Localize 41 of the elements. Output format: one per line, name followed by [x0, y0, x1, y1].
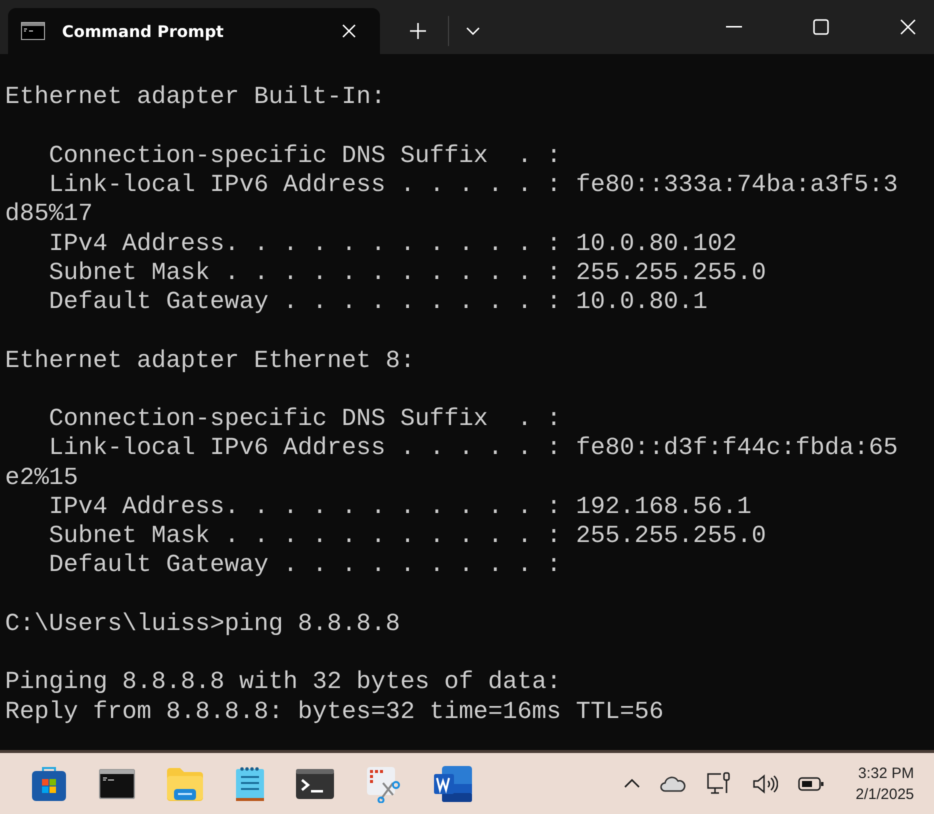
terminal-line: d85%17	[5, 200, 93, 230]
clock[interactable]: 3:32 PM 2/1/2025	[856, 762, 914, 804]
console-icon[interactable]	[296, 768, 334, 798]
terminal-line: Link-local IPv6 Address . . . . . : fe80::333a:74ba:a3f5:3	[48, 171, 898, 200]
terminal-line: IPv4 Address. . . . . . . . . . . : 192.168.56.1	[48, 492, 752, 522]
store-icon[interactable]	[30, 766, 68, 802]
terminal-line: Connection-specific DNS Suffix . :	[48, 405, 562, 434]
terminal-line: IPv4 Address. . . . . . . . . . . : 10.0.80.102	[48, 230, 737, 259]
close-icon[interactable]	[342, 24, 356, 38]
tab[interactable]: Command Prompt	[8, 8, 380, 54]
terminal-line: C:\Users\luiss>ping 8.8.8.8	[5, 610, 400, 639]
battery-icon[interactable]	[798, 776, 824, 790]
terminal-icon	[21, 22, 45, 40]
terminal-line: Ethernet adapter Built-In:	[5, 83, 386, 112]
tab-title: Command Prompt	[62, 22, 225, 40]
plus-icon[interactable]	[410, 23, 426, 39]
snipping-tool-icon[interactable]	[365, 764, 403, 802]
terminal-line: Reply from 8.8.8.8: bytes=32 time=16ms TTL=56	[5, 698, 664, 727]
terminal-line: Subnet Mask . . . . . . . . . . . : 255.255.255.0	[48, 522, 766, 552]
time: 3:32 PM	[858, 764, 914, 784]
terminal-icon[interactable]	[99, 768, 135, 798]
terminal-line: Default Gateway . . . . . . . . . :	[48, 551, 562, 580]
folder-icon[interactable]	[166, 766, 204, 800]
word-icon[interactable]	[434, 766, 472, 802]
terminal-line: Connection-specific DNS Suffix . :	[48, 142, 562, 171]
terminal-line: Ethernet adapter Ethernet 8:	[5, 346, 415, 376]
volume-icon[interactable]	[752, 774, 778, 794]
network-icon[interactable]	[706, 772, 732, 796]
dropdown-icon[interactable]	[466, 27, 480, 35]
terminal-line: Subnet Mask . . . . . . . . . . . : 255.255.255.0	[48, 258, 766, 288]
minimize-icon[interactable]	[726, 26, 742, 28]
chevron-up-icon[interactable]	[624, 779, 640, 788]
date: 2/1/2025	[856, 784, 914, 804]
cloud-icon[interactable]	[660, 776, 686, 792]
close-icon[interactable]	[900, 19, 916, 35]
terminal-line: Pinging 8.8.8.8 with 32 bytes of data:	[5, 668, 562, 698]
terminal-line: e2%15	[5, 464, 78, 493]
terminal-line: Link-local IPv6 Address . . . . . : fe80::d3f:f44c:fbda:65	[48, 434, 898, 464]
maximize-icon[interactable]	[813, 19, 829, 35]
terminal-line: Default Gateway . . . . . . . . . : 10.0.80.1	[48, 288, 708, 318]
notepad-icon[interactable]	[235, 766, 265, 802]
